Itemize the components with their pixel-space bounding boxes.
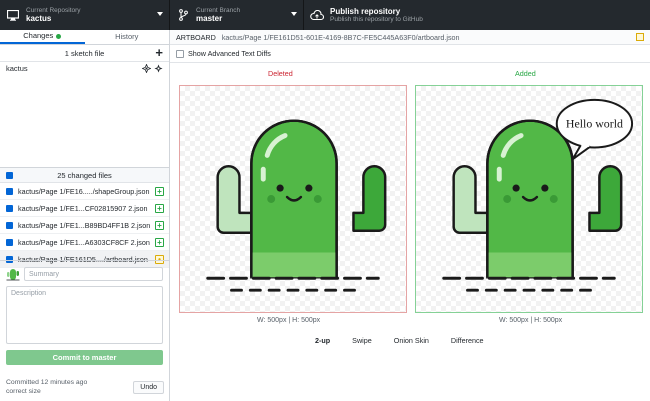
sketch-files-count: 1 sketch file <box>64 49 105 58</box>
changed-files-header: 25 changed files <box>0 168 169 183</box>
publish-subtitle: Publish this repository to GitHub <box>330 15 423 23</box>
diff-mode-selector: 2-up Swipe Onion Skin Difference <box>315 336 506 345</box>
sketch-file-list-empty <box>0 76 169 168</box>
added-image: Hello world <box>415 85 643 313</box>
file-checkbox[interactable] <box>6 205 13 212</box>
plus-icon[interactable]: + <box>155 45 163 60</box>
changed-file-row[interactable]: kactus/Page 1/FE1...CF02815907 2.json + <box>0 200 169 217</box>
cactus-illustration <box>206 119 387 292</box>
toolbar: Current Repository kactus Current Branch… <box>0 0 650 30</box>
added-dimensions: W: 500px | H: 500px <box>499 317 563 324</box>
changed-file-row[interactable]: kactus/Page 1/FE1...B89BD4FF1B 2.json + <box>0 217 169 234</box>
monitor-icon <box>6 8 20 22</box>
file-path: kactus/Page 1/FE1...A6303CF8CF 2.json <box>18 238 150 247</box>
repository-selector[interactable]: Current Repository kactus <box>0 0 170 30</box>
tab-changes-label: Changes <box>23 31 54 40</box>
undo-button[interactable]: Undo <box>133 380 164 394</box>
file-added-icon: + <box>155 204 164 213</box>
mode-difference[interactable]: Difference <box>451 336 484 345</box>
sketch-diamond-icon[interactable] <box>142 64 151 73</box>
file-added-icon: + <box>155 221 164 230</box>
changed-file-row[interactable]: kactus/Page 1/FE1...A6303CF8CF 2.json + <box>0 234 169 251</box>
cloud-upload-icon <box>310 8 324 22</box>
advanced-diff-label: Show Advanced Text Diffs <box>188 48 271 58</box>
deleted-label: Deleted <box>268 69 293 78</box>
deleted-dimensions: W: 500px | H: 500px <box>257 317 321 324</box>
sketch-files-header: 1 sketch file + <box>0 45 169 62</box>
file-checkbox[interactable] <box>6 188 13 195</box>
file-path-bar: ARTBOARD kactus/Page 1/FE161D51-601E-416… <box>170 30 650 45</box>
sketch-file-item[interactable]: kactus <box>0 62 169 76</box>
added-label: Added <box>515 69 536 78</box>
diff-panel: ARTBOARD kactus/Page 1/FE161D51-601E-416… <box>170 30 650 401</box>
last-commit-time: Committed 12 minutes ago <box>6 379 88 386</box>
file-checkbox[interactable] <box>6 222 13 229</box>
advanced-diff-checkbox[interactable] <box>176 49 184 58</box>
summary-input[interactable]: Summary <box>24 267 163 281</box>
branch-icon <box>176 8 190 22</box>
sidebar: Changes History 1 sketch file + kactus 2… <box>0 30 170 401</box>
tab-history-label: History <box>115 32 139 41</box>
file-added-icon: + <box>155 238 164 247</box>
last-commit-info: Committed 12 minutes ago correct size Un… <box>6 378 164 396</box>
mode-2up[interactable]: 2-up <box>315 336 330 345</box>
last-commit-message: correct size <box>6 388 41 396</box>
repository-label: Current Repository <box>26 6 81 14</box>
publish-repository-button[interactable]: Publish repository Publish this reposito… <box>304 0 650 30</box>
file-path: kactus/Page 1/FE1...CF02815907 2.json <box>18 204 148 213</box>
speech-bubble-text: Hello world <box>566 117 623 131</box>
artboard-label: ARTBOARD <box>176 33 216 42</box>
app-window: Current Repository kactus Current Branch… <box>0 0 650 401</box>
publish-title: Publish repository <box>330 6 401 16</box>
commit-panel: Summary Description Commit to master Com… <box>0 260 169 401</box>
file-added-icon: + <box>155 187 164 196</box>
file-modified-icon <box>636 33 644 41</box>
commit-button[interactable]: Commit to master <box>6 350 163 365</box>
file-checkbox[interactable] <box>6 239 13 246</box>
sketch-file-name: kactus <box>6 64 28 73</box>
tab-history[interactable]: History <box>85 30 170 44</box>
changes-indicator-icon <box>56 33 62 39</box>
mode-onion-skin[interactable]: Onion Skin <box>394 336 429 345</box>
changed-file-row[interactable]: kactus/Page 1/FE16...../shapeGroup.json … <box>0 183 169 200</box>
cactus-illustration: Hello world <box>442 98 634 292</box>
description-input[interactable]: Description <box>6 286 163 344</box>
branch-name: master <box>196 14 223 24</box>
advanced-diff-option[interactable]: Show Advanced Text Diffs <box>170 45 650 63</box>
branch-label: Current Branch <box>196 6 241 14</box>
artboard-path: kactus/Page 1/FE161D51-601E-4169-8B7C-FE… <box>221 33 460 42</box>
repository-name: kactus <box>26 14 52 24</box>
mode-swipe[interactable]: Swipe <box>352 336 372 345</box>
file-path: kactus/Page 1/FE16...../shapeGroup.json <box>18 187 150 196</box>
avatar-icon <box>6 269 20 281</box>
tab-changes[interactable]: Changes <box>0 30 85 44</box>
sketch-export-icon[interactable] <box>154 64 163 73</box>
deleted-image <box>179 85 407 313</box>
branch-selector[interactable]: Current Branch master <box>170 0 304 30</box>
sidebar-tabs: Changes History <box>0 30 169 45</box>
select-all-checkbox[interactable] <box>6 172 13 179</box>
file-path: kactus/Page 1/FE1...B89BD4FF1B 2.json <box>18 221 151 230</box>
changed-files-count: 25 changed files <box>57 171 112 180</box>
chevron-down-icon <box>291 12 297 16</box>
chevron-down-icon <box>157 12 163 16</box>
